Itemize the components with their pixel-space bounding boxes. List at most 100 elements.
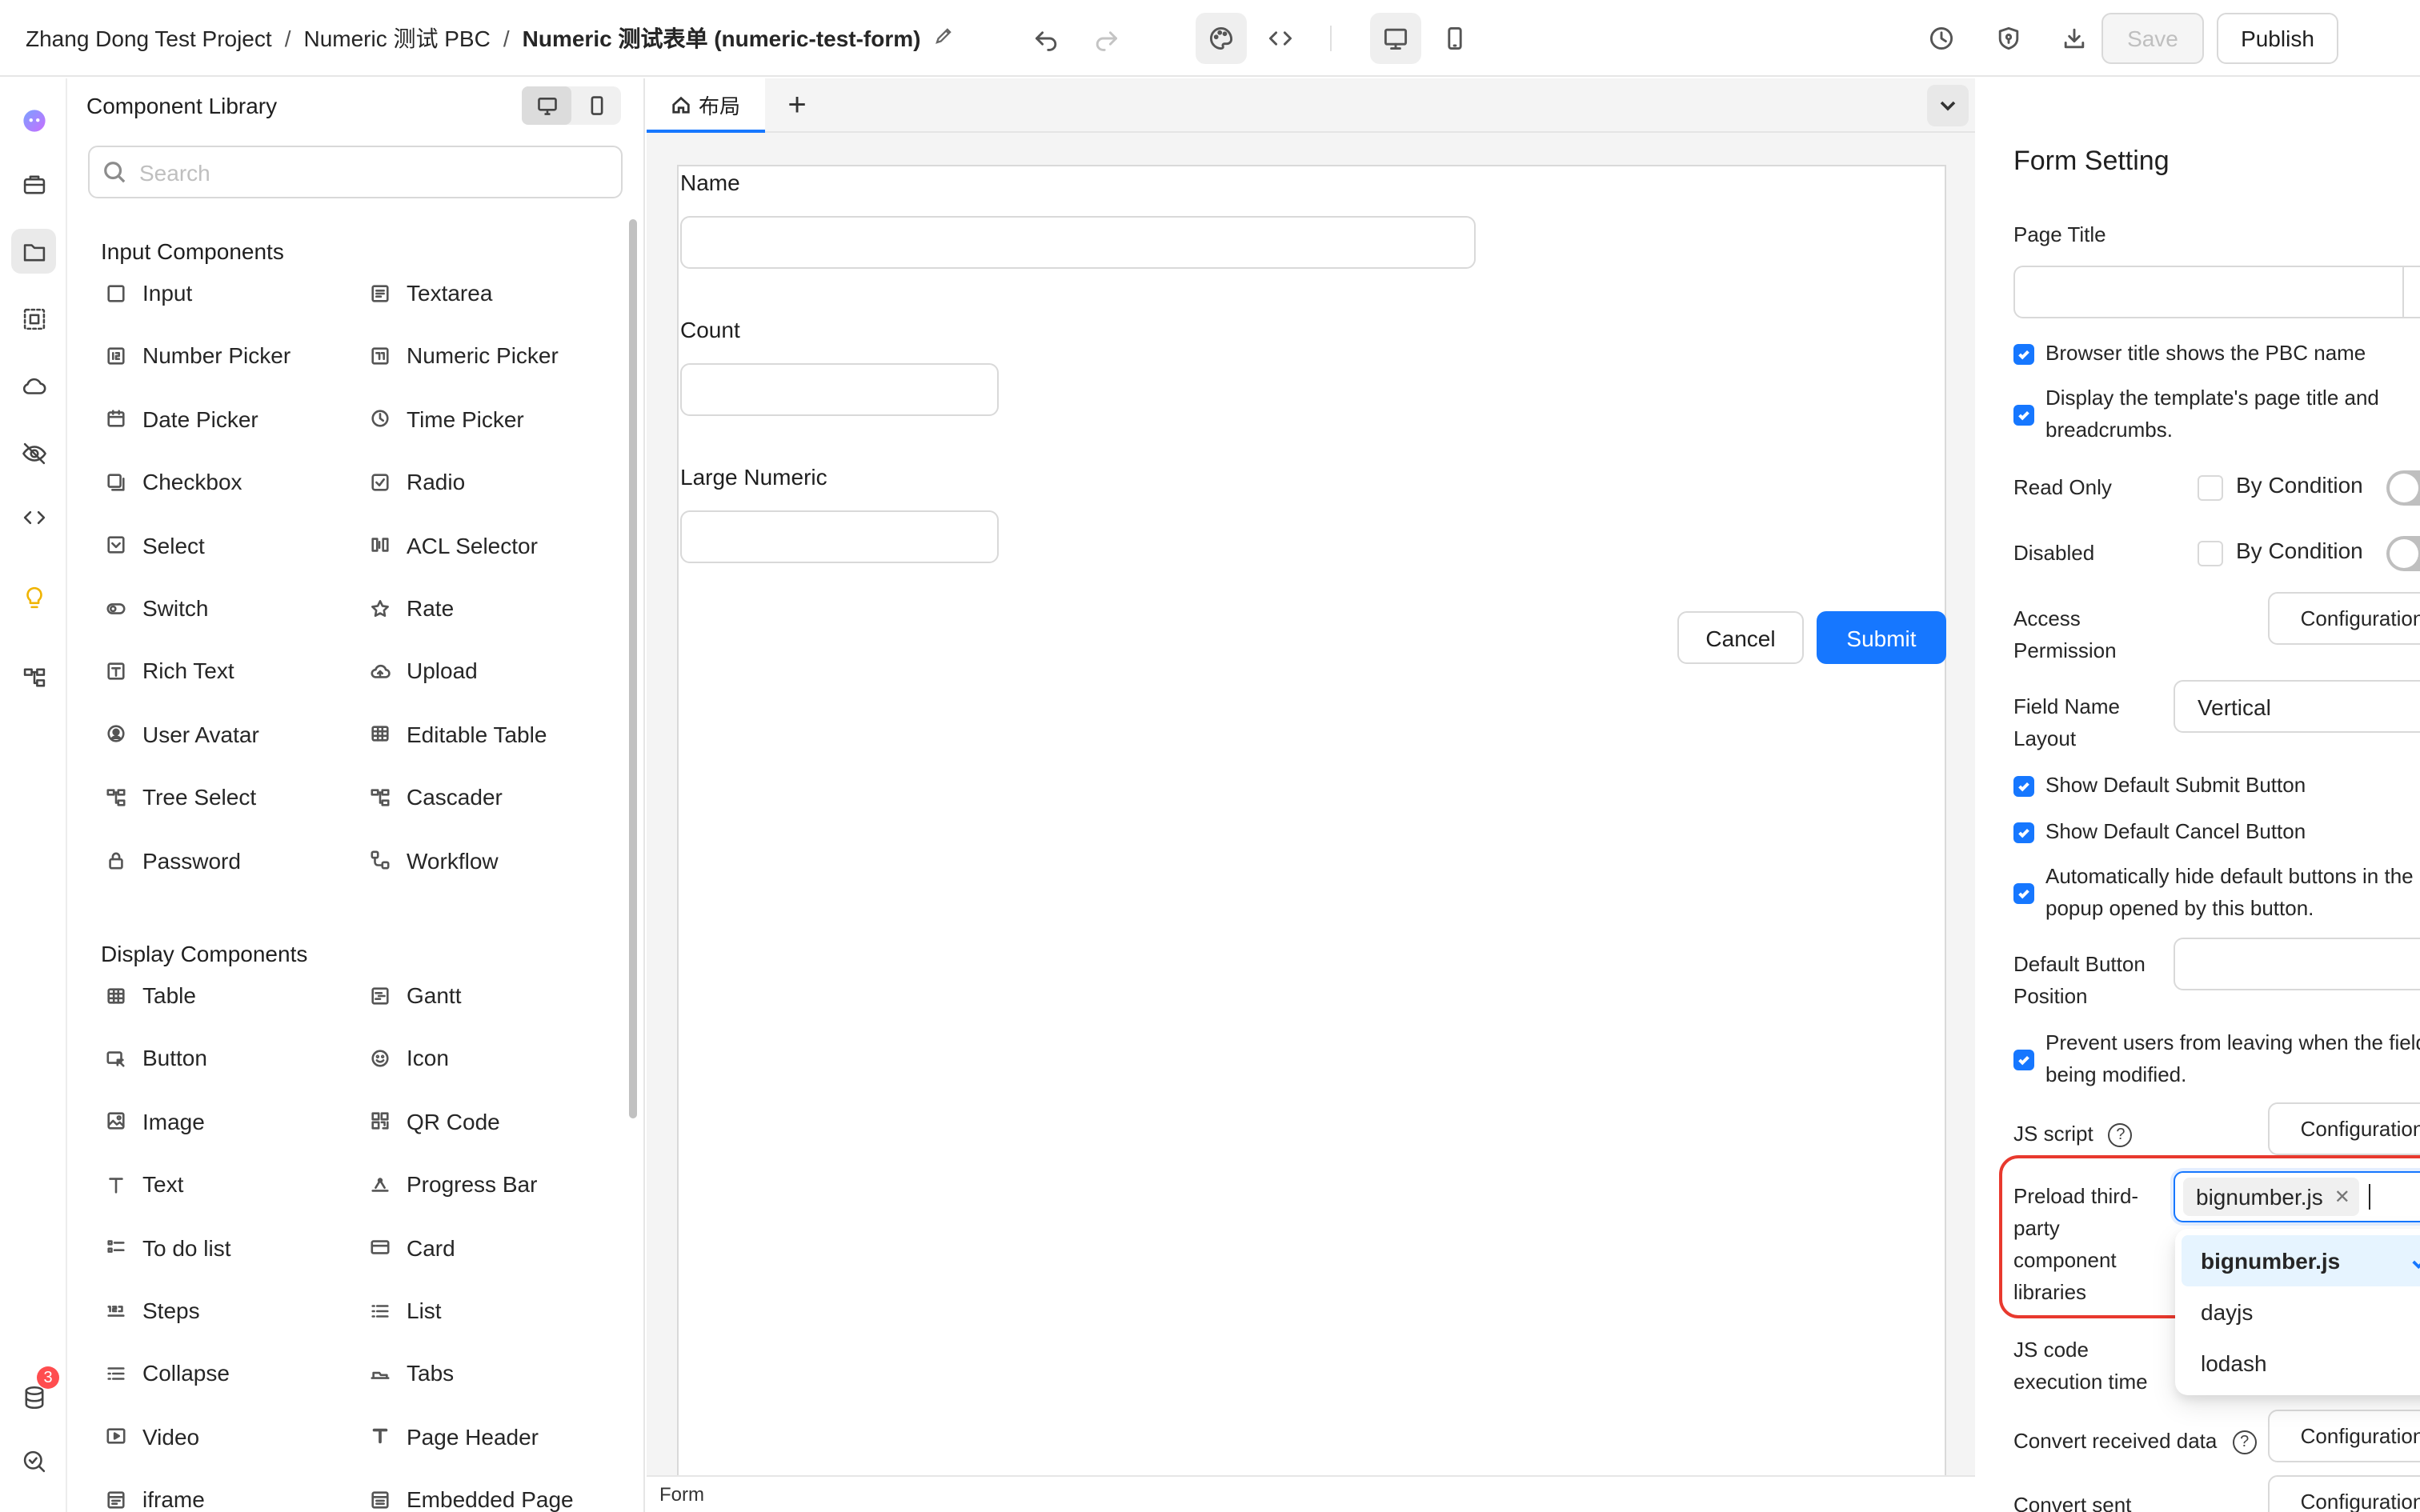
display-template-checkbox[interactable]: Display the template's page title and br…	[2013, 382, 2420, 446]
component-item-switch[interactable]: Switch	[104, 589, 208, 627]
download-icon[interactable]	[2049, 19, 2100, 58]
component-item-upload[interactable]: Upload	[368, 652, 478, 690]
help-icon[interactable]: ?	[2108, 1123, 2133, 1148]
convert-received-config-button[interactable]: Configuration	[2268, 1410, 2420, 1462]
component-item-tabs[interactable]: Tabs	[368, 1354, 454, 1393]
code-brackets-icon[interactable]	[11, 494, 56, 539]
component-item-embedded-page[interactable]: Embedded Page	[368, 1480, 574, 1512]
library-desktop-icon[interactable]	[522, 86, 571, 125]
chevron-down-icon[interactable]	[1927, 85, 1969, 126]
component-item-rich-text[interactable]: Rich Text	[104, 652, 234, 690]
disabled-condition-checkbox[interactable]	[2198, 541, 2223, 566]
help-icon[interactable]	[11, 1502, 56, 1512]
code-icon[interactable]	[1255, 19, 1306, 58]
option-dayjs[interactable]: dayjs	[2182, 1286, 2420, 1338]
desktop-view-icon[interactable]	[1370, 13, 1421, 64]
read-only-condition-checkbox[interactable]	[2198, 475, 2223, 501]
cancel-button[interactable]: Cancel	[1677, 611, 1804, 664]
canvas-footer-path[interactable]: Form	[647, 1475, 1975, 1512]
component-item-number-picker[interactable]: Number Picker	[104, 337, 290, 375]
search-check-icon[interactable]	[11, 1438, 56, 1483]
component-item-acl-selector[interactable]: ACL Selector	[368, 526, 538, 564]
show-submit-checkbox[interactable]: Show Default Submit Button	[2013, 770, 2306, 802]
theme-palette-icon[interactable]	[1196, 13, 1247, 64]
preload-libraries-select[interactable]: bignumber.js ✕	[2174, 1171, 2420, 1222]
component-item-rate[interactable]: Rate	[368, 589, 454, 627]
component-item-editable-table[interactable]: Editable Table	[368, 715, 547, 754]
component-item-card[interactable]: Card	[368, 1228, 455, 1266]
redo-icon[interactable]	[1080, 19, 1132, 58]
component-item-steps[interactable]: Steps	[104, 1291, 200, 1330]
component-item-select[interactable]: Select	[104, 526, 205, 564]
component-item-radio[interactable]: Radio	[368, 462, 465, 501]
component-item-date-picker[interactable]: Date Picker	[104, 400, 258, 438]
component-item-page-header[interactable]: Page Header	[368, 1418, 539, 1456]
access-permission-config-button[interactable]: Configuration	[2268, 592, 2420, 645]
large-numeric-input[interactable]	[680, 510, 999, 563]
search-input[interactable]	[139, 159, 587, 185]
browser-title-checkbox[interactable]: Browser title shows the PBC name	[2013, 338, 2366, 370]
component-item-workflow[interactable]: Workflow	[368, 841, 499, 879]
convert-sent-config-button[interactable]: Configuration	[2268, 1475, 2420, 1512]
auto-hide-checkbox[interactable]: Automatically hide default buttons in th…	[2013, 861, 2420, 925]
component-item-text[interactable]: Text	[104, 1165, 183, 1203]
publish-button[interactable]: Publish	[2217, 13, 2338, 64]
component-item-collapse[interactable]: Collapse	[104, 1354, 230, 1393]
show-cancel-checkbox[interactable]: Show Default Cancel Button	[2013, 816, 2306, 848]
component-item-icon[interactable]: Icon	[368, 1039, 449, 1078]
component-item-password[interactable]: Password	[104, 841, 241, 879]
component-item-gantt[interactable]: Gantt	[368, 976, 462, 1014]
lightbulb-icon[interactable]	[11, 574, 56, 619]
undo-icon[interactable]	[1021, 19, 1072, 58]
option-bignumber[interactable]: bignumber.js	[2182, 1235, 2420, 1286]
component-item-numeric-picker[interactable]: Numeric Picker	[368, 337, 559, 375]
component-item-textarea[interactable]: Textarea	[368, 274, 492, 312]
security-shield-icon[interactable]	[1983, 19, 2034, 58]
page-title-input[interactable]	[2013, 266, 2420, 318]
prevent-leave-checkbox[interactable]: Prevent users from leaving when the fiel…	[2013, 1027, 2420, 1091]
component-item-qr-code[interactable]: QR Code	[368, 1102, 500, 1141]
mobile-view-icon[interactable]	[1429, 19, 1480, 58]
history-clock-icon[interactable]	[1916, 19, 1967, 58]
component-item-input[interactable]: Input	[104, 274, 192, 312]
component-item-to-do-list[interactable]: To do list	[104, 1228, 231, 1266]
component-item-list[interactable]: List	[368, 1291, 442, 1330]
read-only-switch[interactable]	[2386, 470, 2420, 506]
field-name-layout-select[interactable]: Vertical	[2174, 680, 2420, 733]
add-tab-icon[interactable]: +	[781, 87, 813, 122]
globe-icon[interactable]	[2402, 267, 2420, 317]
breadcrumb-project[interactable]: Zhang Dong Test Project	[26, 26, 272, 51]
component-item-tree-select[interactable]: Tree Select	[104, 778, 256, 816]
tab-layout[interactable]: 布局	[647, 78, 765, 133]
selection-area-icon[interactable]	[11, 296, 56, 341]
briefcase-icon[interactable]	[11, 162, 56, 206]
help-icon[interactable]: ?	[2232, 1430, 2257, 1455]
submit-button[interactable]: Submit	[1817, 611, 1946, 664]
component-item-checkbox[interactable]: Checkbox	[104, 462, 242, 501]
name-input[interactable]	[680, 216, 1476, 269]
component-item-button[interactable]: Button	[104, 1039, 207, 1078]
folder-icon[interactable]	[11, 229, 56, 274]
component-item-iframe[interactable]: iframe	[104, 1480, 205, 1512]
form-canvas[interactable]: Name Count Large Numeric Cancel Submit	[677, 165, 1946, 1494]
component-item-image[interactable]: Image	[104, 1102, 205, 1141]
cloud-icon[interactable]	[11, 363, 56, 408]
ai-assistant-icon[interactable]	[11, 98, 56, 142]
eye-off-icon[interactable]	[11, 430, 56, 475]
component-item-table[interactable]: Table	[104, 976, 196, 1014]
disabled-switch[interactable]	[2386, 536, 2420, 571]
save-button[interactable]: Save	[2101, 13, 2204, 64]
library-mobile-icon[interactable]	[571, 86, 621, 125]
component-item-progress-bar[interactable]: Progress Bar	[368, 1165, 537, 1203]
default-button-position-select[interactable]	[2174, 938, 2420, 990]
count-input[interactable]	[680, 363, 999, 416]
tree-structure-icon[interactable]	[11, 654, 56, 699]
library-scrollbar[interactable]	[629, 219, 637, 1118]
component-item-time-picker[interactable]: Time Picker	[368, 400, 524, 438]
breadcrumb-pbc[interactable]: Numeric 测试 PBC	[303, 22, 490, 54]
tag-remove-icon[interactable]: ✕	[2334, 1186, 2350, 1208]
component-item-video[interactable]: Video	[104, 1418, 199, 1456]
option-lodash[interactable]: lodash	[2182, 1338, 2420, 1389]
component-item-user-avatar[interactable]: User Avatar	[104, 715, 259, 754]
js-script-config-button[interactable]: Configuration	[2268, 1102, 2420, 1155]
